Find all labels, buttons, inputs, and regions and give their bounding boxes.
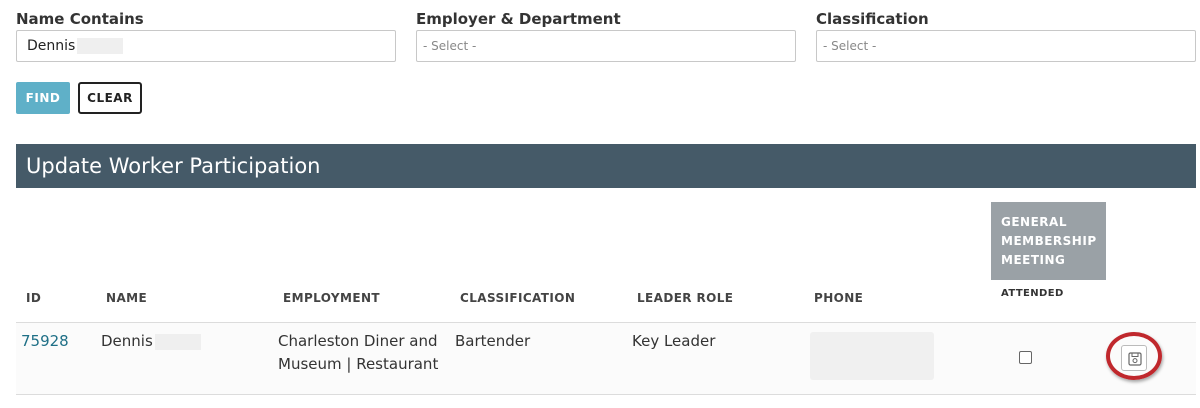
name-contains-value: Dennis (27, 38, 76, 54)
section-header-bar: Update Worker Participation (16, 144, 1196, 188)
save-icon (1128, 352, 1142, 366)
worker-leader-role: Key Leader (632, 332, 716, 350)
clear-button[interactable]: CLEAR (78, 82, 142, 114)
attended-column-header: ATTENDED (1001, 288, 1064, 299)
attended-checkbox[interactable] (1019, 351, 1032, 364)
find-button[interactable]: FIND (16, 82, 70, 114)
redacted-surname (154, 333, 201, 350)
worker-name-text: Dennis (101, 332, 153, 350)
worker-name: Dennis (101, 330, 201, 353)
worker-employment: Charleston Diner and Museum | Restaurant (278, 330, 438, 376)
row-divider (16, 394, 1196, 395)
section-title: Update Worker Participation (26, 154, 321, 178)
employer-department-select[interactable]: - Select - (416, 30, 796, 62)
save-button[interactable] (1121, 345, 1147, 371)
redacted-phone (810, 332, 934, 380)
column-header-phone: PHONE (814, 291, 864, 305)
column-header-classification: CLASSIFICATION (460, 291, 576, 305)
worker-id-link[interactable]: 75928 (21, 330, 69, 353)
name-contains-input[interactable]: Dennis (16, 30, 396, 62)
name-filter-label: Name Contains (16, 10, 144, 28)
row-divider (16, 322, 1196, 323)
classification-select[interactable]: - Select - (816, 30, 1196, 62)
employment-line-2: Museum | Restaurant (278, 355, 439, 373)
employer-filter-label: Employer & Department (416, 10, 621, 28)
column-header-leader-role: LEADER ROLE (637, 291, 734, 305)
redacted-surname (77, 38, 124, 54)
classification-filter-label: Classification (816, 10, 929, 28)
worker-classification: Bartender (455, 332, 531, 350)
column-header-id: ID (26, 291, 42, 305)
column-header-employment: EMPLOYMENT (283, 291, 380, 305)
employment-line-1: Charleston Diner and (278, 332, 438, 350)
column-header-name: NAME (106, 291, 148, 305)
meeting-column-header: GENERAL MEMBERSHIP MEETING (991, 202, 1106, 280)
